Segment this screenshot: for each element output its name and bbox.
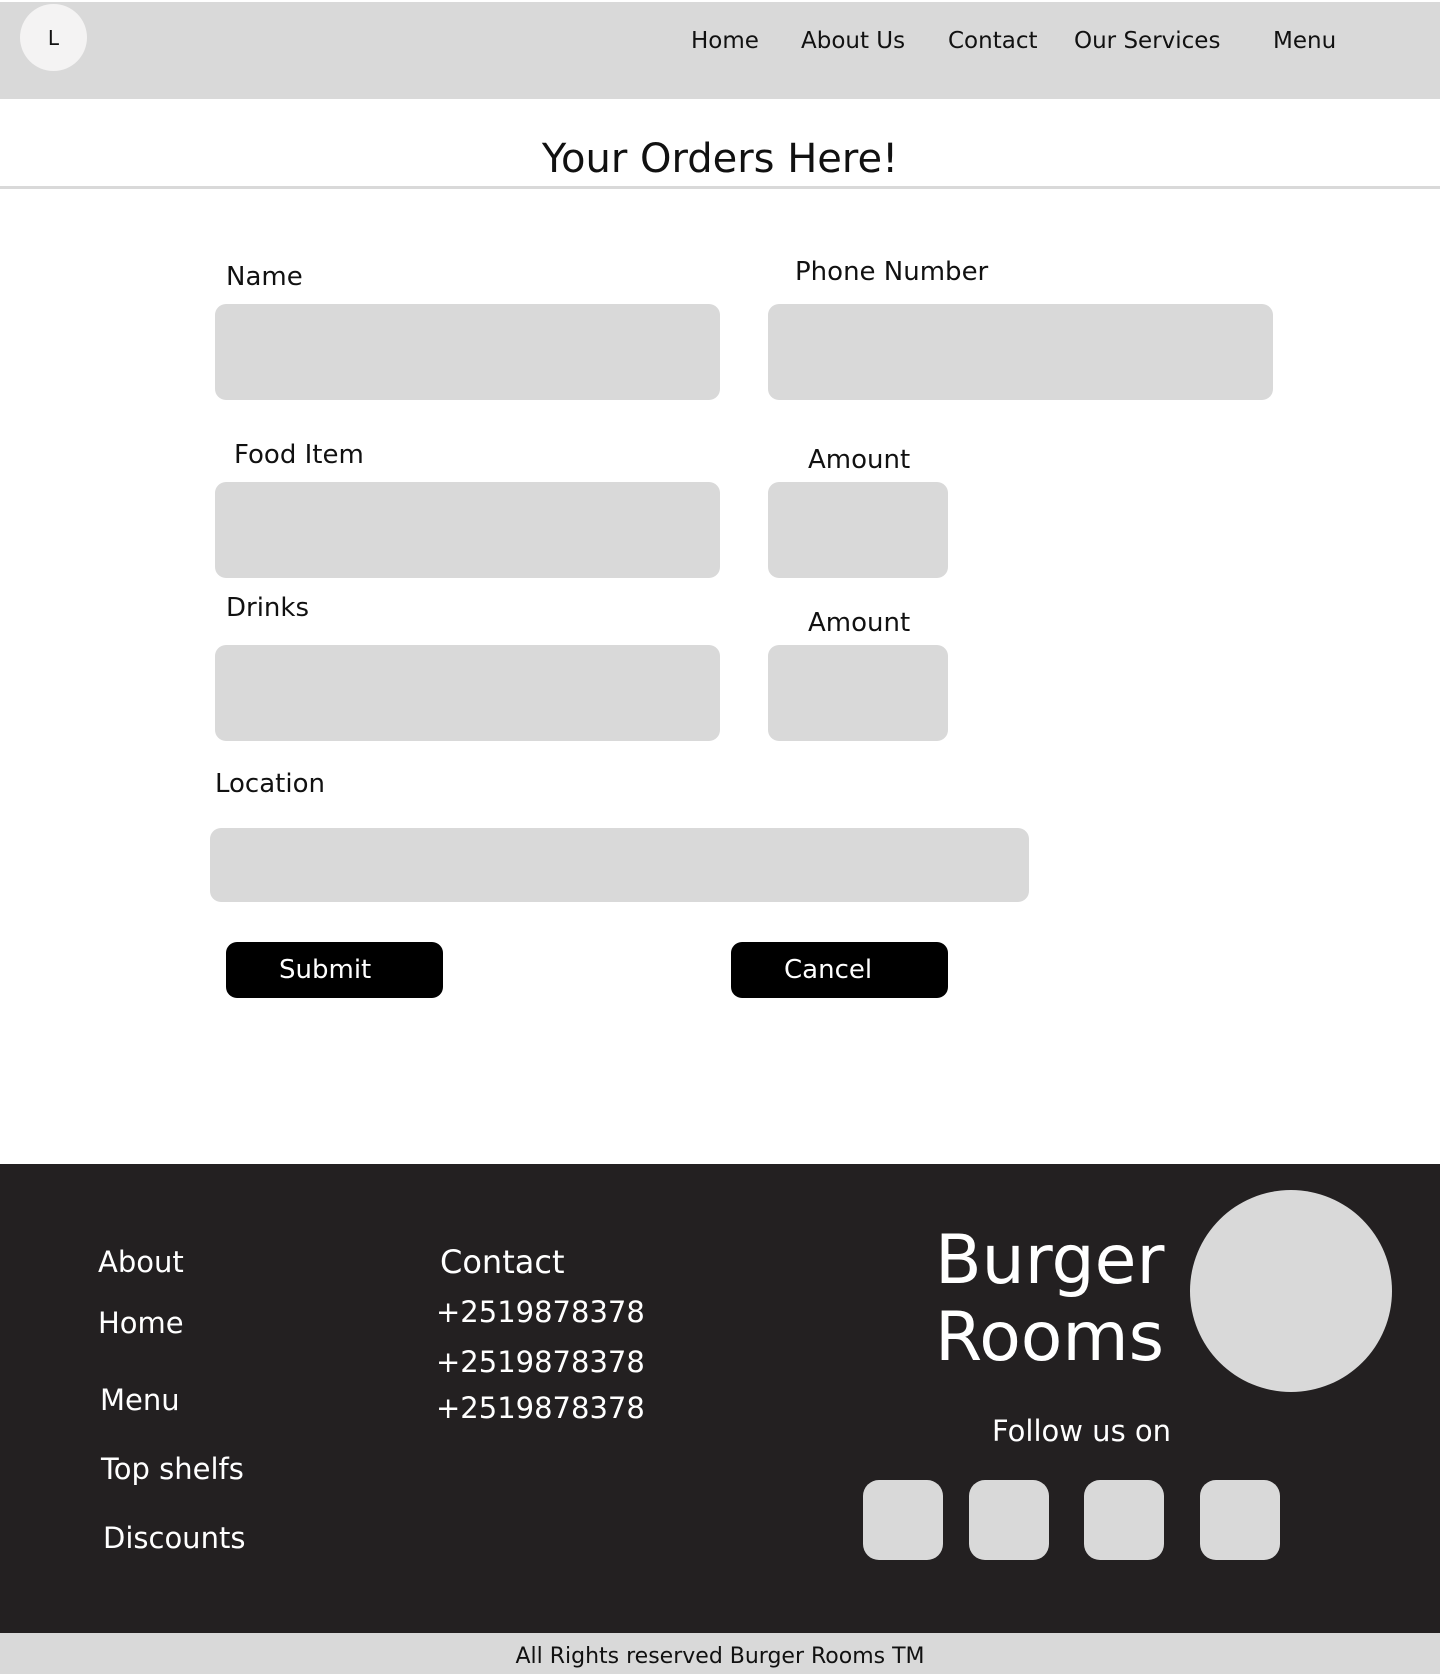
food-item-input[interactable] [215,482,720,578]
copyright-bar: All Rights reserved Burger Rooms TM [0,1633,1440,1674]
follow-us-label: Follow us on [992,1414,1172,1448]
drinks-amount-input[interactable] [768,645,948,741]
logo[interactable]: L [20,4,87,71]
nav-our-services[interactable]: Our Services [1074,28,1220,54]
location-input[interactable] [210,828,1029,902]
social-icon[interactable] [969,1480,1049,1560]
social-icon[interactable] [863,1480,943,1560]
social-icon[interactable] [1084,1480,1164,1560]
drinks-input[interactable] [215,645,720,741]
location-label: Location [215,769,325,799]
footer-phone[interactable]: +2519878378 [436,1295,645,1329]
nav-about-us[interactable]: About Us [801,28,905,54]
logo-letter: L [47,25,60,50]
footer-link-about[interactable]: About [98,1245,184,1279]
nav-contact[interactable]: Contact [948,28,1037,54]
footer-contact-heading: Contact [440,1243,565,1281]
title-divider [0,186,1440,189]
submit-button[interactable]: Submit [226,942,443,998]
footer-phone[interactable]: +2519878378 [436,1345,645,1379]
footer-link-top-shelfs[interactable]: Top shelfs [101,1452,244,1486]
social-icon[interactable] [1200,1480,1280,1560]
nav-menu[interactable]: Menu [1273,28,1336,54]
name-label: Name [226,262,303,292]
cancel-button[interactable]: Cancel [731,942,948,998]
food-amount-label: Amount [808,445,911,475]
page-title: Your Orders Here! [541,136,899,182]
food-item-label: Food Item [234,440,364,470]
nav-home[interactable]: Home [691,28,759,54]
name-input[interactable] [215,304,720,400]
footer: About Home Menu Top shelfs Discounts Con… [0,1164,1440,1633]
drinks-label: Drinks [226,593,310,623]
footer-link-home[interactable]: Home [98,1306,184,1340]
food-amount-input[interactable] [768,482,948,578]
footer-link-menu[interactable]: Menu [100,1383,180,1417]
footer-phone[interactable]: +2519878378 [436,1391,645,1425]
phone-label: Phone Number [795,257,989,287]
footer-brand-image [1190,1190,1392,1392]
footer-link-discounts[interactable]: Discounts [103,1521,245,1555]
top-navbar: L Home About Us Contact Our Services Men… [0,2,1440,99]
phone-input[interactable] [768,304,1273,400]
footer-brand-name: Burger Rooms [935,1221,1165,1377]
drinks-amount-label: Amount [808,608,911,638]
